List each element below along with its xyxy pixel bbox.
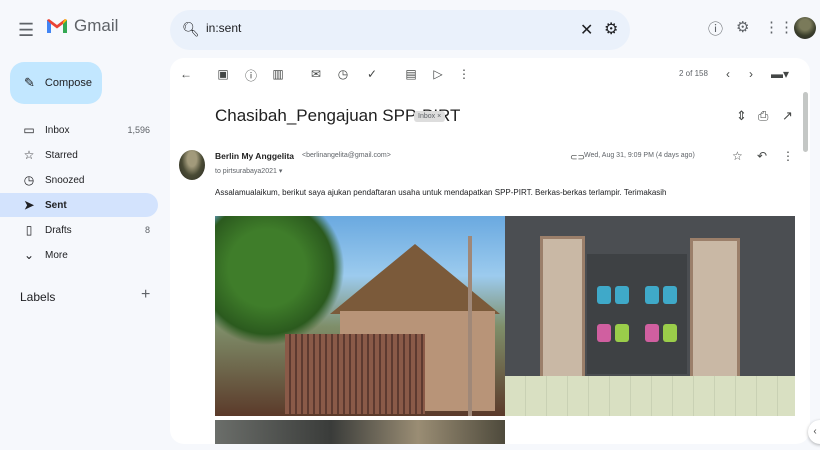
clear-search-icon[interactable]: ✕ <box>580 20 593 40</box>
open-new-window-icon[interactable]: ↗ <box>782 108 793 124</box>
sidebar-item-label: Drafts <box>45 224 72 236</box>
sidebar-item-starred[interactable]: ☆ Starred <box>0 143 158 167</box>
photo-jar <box>645 324 659 342</box>
archive-icon[interactable]: ▣ <box>216 67 230 81</box>
gmail-m-icon <box>46 18 68 34</box>
older-chevron-icon[interactable]: › <box>744 67 758 81</box>
labels-heading: Labels <box>20 290 56 304</box>
photo-jar <box>663 324 677 342</box>
side-panel-toggle-icon[interactable]: ‹ <box>808 420 820 444</box>
search-input[interactable] <box>206 21 506 35</box>
inbox-label-chip[interactable]: Inbox × <box>414 111 446 122</box>
photo-tile-floor <box>505 376 795 416</box>
gmail-logo[interactable]: Gmail <box>46 16 118 36</box>
newer-chevron-icon[interactable]: ‹ <box>721 67 735 81</box>
pagination-count: 2 of 158 <box>679 69 708 78</box>
reply-icon[interactable]: ↶ <box>757 149 767 163</box>
photo-pole <box>468 236 472 416</box>
sidebar-item-label: More <box>45 249 68 261</box>
sender-avatar[interactable] <box>179 150 205 180</box>
photo-roof <box>330 244 500 314</box>
sidebar-item-sent[interactable]: ➤ Sent <box>0 193 158 217</box>
sidebar-item-drafts[interactable]: ▯ Drafts 8 <box>0 218 158 242</box>
photo-jar <box>597 324 611 342</box>
attachment-photo-cabinet[interactable] <box>505 216 795 416</box>
inbox-icon: ▭ <box>23 123 35 137</box>
delete-icon[interactable]: ▥ <box>271 67 285 81</box>
compose-button[interactable]: ✎ Compose <box>10 62 102 104</box>
email-date: Wed, Aug 31, 9:09 PM (4 days ago) <box>584 152 695 159</box>
chevron-down-icon: ⌄ <box>23 248 35 262</box>
clock-icon: ◷ <box>23 173 35 187</box>
photo-jar <box>615 286 629 304</box>
send-icon: ➤ <box>23 198 35 212</box>
sender-email: <berlinangelita@gmail.com> <box>302 152 391 159</box>
main-menu-icon[interactable]: ☰ <box>18 20 34 41</box>
draft-count: 8 <box>144 225 150 235</box>
label-icon[interactable]: ▷ <box>431 67 445 81</box>
add-label-icon[interactable]: + <box>141 286 150 304</box>
draft-icon: ▯ <box>25 223 33 237</box>
search-options-icon[interactable]: ⚙︎ <box>604 19 618 39</box>
star-icon: ☆ <box>23 148 35 162</box>
help-icon[interactable]: ⓘ <box>708 18 723 39</box>
email-toolbar: ← ▣ ⓘ ▥ ✉ ◷ ✓ ▤ ▷ ⋮ 2 of 158 ‹ › ▬▾ <box>170 58 810 92</box>
account-avatar[interactable] <box>794 17 816 39</box>
more-options-icon[interactable]: ⋮ <box>457 67 471 81</box>
print-icon[interactable]: ⎙ <box>758 108 768 124</box>
sidebar-item-label: Inbox <box>45 124 70 136</box>
star-icon[interactable]: ☆ <box>732 149 743 163</box>
move-to-icon[interactable]: ▤ <box>404 67 418 81</box>
photo-gate <box>285 334 425 414</box>
app-name: Gmail <box>74 16 119 35</box>
compose-label: Compose <box>44 77 92 89</box>
attachment-icon: ⊂⊃ <box>570 152 586 162</box>
photo-cabinet-inside <box>587 254 687 374</box>
photo-jar <box>663 286 677 304</box>
report-spam-icon[interactable]: ⓘ <box>244 67 258 84</box>
unread-count: 1,596 <box>127 125 150 135</box>
sidebar-item-label: Snoozed <box>45 174 85 186</box>
sidebar-item-label: Starred <box>45 149 78 161</box>
apps-grid-icon[interactable]: ⋮⋮ <box>764 18 794 36</box>
expand-all-icon[interactable]: ⇕ <box>736 108 747 124</box>
photo-jar <box>645 286 659 304</box>
search-icon[interactable]: 🔍︎ <box>182 21 200 38</box>
photo-jar <box>615 324 629 342</box>
add-task-icon[interactable]: ✓ <box>365 67 379 81</box>
settings-gear-icon[interactable]: ⚙ <box>736 18 749 36</box>
mark-unread-icon[interactable]: ✉ <box>309 67 323 81</box>
sidebar-item-more[interactable]: ⌄ More <box>0 243 158 267</box>
snooze-icon[interactable]: ◷ <box>336 67 350 81</box>
sidebar-item-inbox[interactable]: ▭ Inbox 1,596 <box>0 118 158 142</box>
sidebar-item-label: Sent <box>45 199 67 211</box>
scrollbar[interactable] <box>803 92 808 152</box>
photo-tree <box>215 216 345 346</box>
recipient-line[interactable]: to pirtsurabaya2021 ▾ <box>215 167 282 175</box>
email-view-panel: ← ▣ ⓘ ▥ ✉ ◷ ✓ ▤ ▷ ⋮ 2 of 158 ‹ › ▬▾ Chas… <box>170 58 810 444</box>
top-bar: ☰ Gmail 🔍︎ ✕ ⚙︎ ⓘ ⚙ ⋮⋮ <box>0 0 820 60</box>
pencil-icon: ✎ <box>24 75 35 90</box>
more-vert-icon[interactable]: ⋮ <box>782 149 794 163</box>
email-body: Assalamualaikum, berikut saya ajukan pen… <box>215 188 667 197</box>
photo-jar <box>597 286 611 304</box>
search-bar: 🔍︎ ✕ ⚙︎ <box>170 10 630 50</box>
input-tools-icon[interactable]: ▬▾ <box>770 67 790 81</box>
attachment-photo-third[interactable] <box>215 420 505 444</box>
sender-name: Berlin My Anggelita <box>215 151 295 161</box>
back-arrow-icon[interactable]: ← <box>179 67 193 81</box>
sidebar-item-snoozed[interactable]: ◷ Snoozed <box>0 168 158 192</box>
attachment-photo-house[interactable] <box>215 216 505 416</box>
